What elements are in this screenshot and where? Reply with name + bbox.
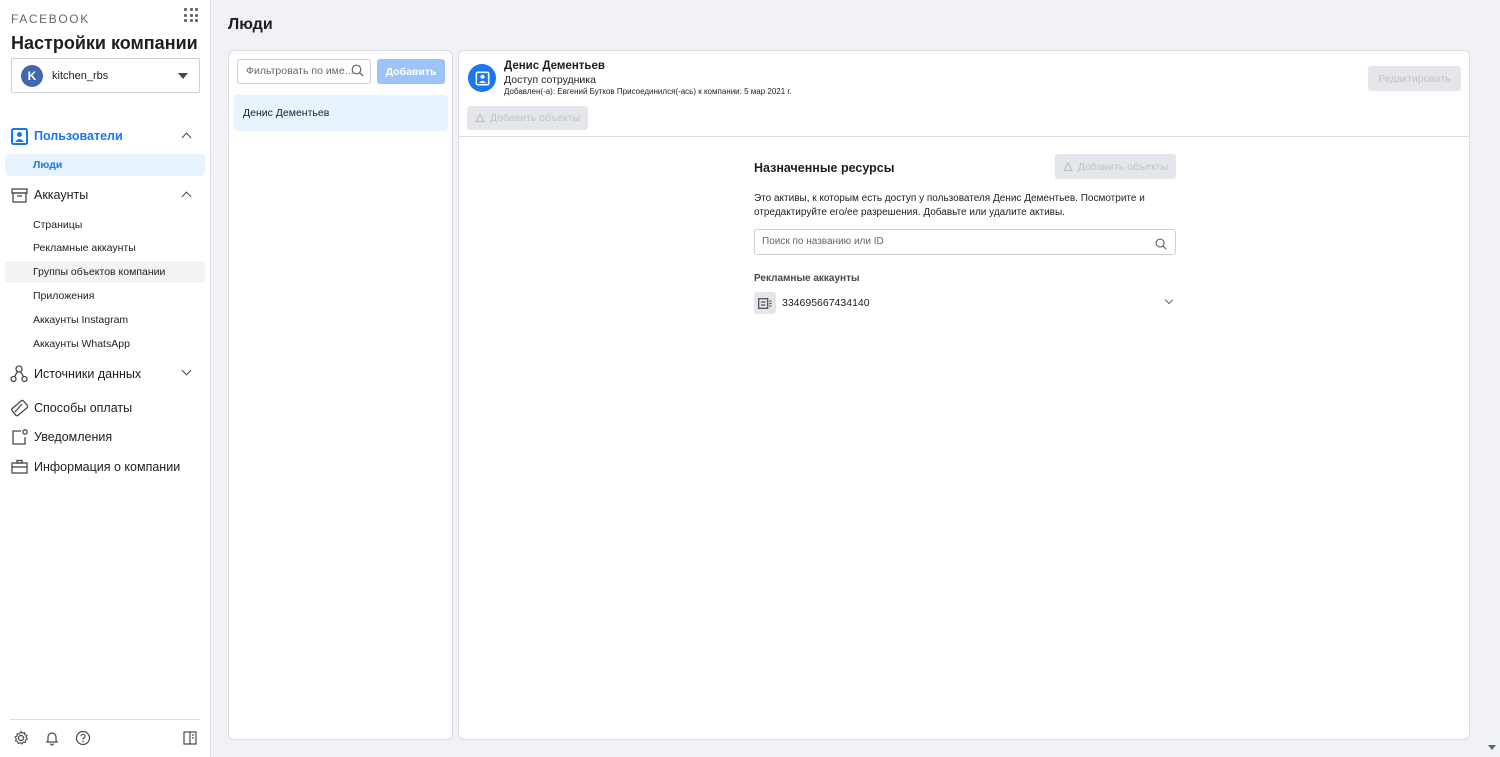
- person-detail-panel: Денис Дементьев Доступ сотрудника Добавл…: [458, 50, 1470, 740]
- nav-payment-methods[interactable]: Способы оплаты: [10, 397, 200, 419]
- nav-item-asset-groups[interactable]: Группы объектов компании: [5, 261, 205, 283]
- credit-card-icon: [10, 399, 28, 417]
- user-avatar: [468, 64, 496, 92]
- nav-payment-label: Способы оплаты: [34, 401, 133, 415]
- assets-description: Это активы, к которым есть доступ у поль…: [754, 193, 1145, 218]
- briefcase-icon: [10, 458, 28, 476]
- assets-add-label: Добавить объекты: [1077, 160, 1169, 173]
- assets-search-input[interactable]: Поиск по названию или ID: [754, 229, 1176, 255]
- nav-notifications[interactable]: Уведомления: [10, 426, 200, 448]
- nav-accounts[interactable]: Аккаунты: [10, 184, 200, 206]
- user-role: Доступ сотрудника: [504, 74, 596, 86]
- add-objects-label: Добавить объекты: [489, 112, 581, 124]
- nav-data-sources-label: Источники данных: [34, 367, 142, 381]
- assets-add-objects-button[interactable]: Добавить объекты: [1055, 154, 1176, 179]
- assets-search-placeholder: Поиск по названию или ID: [762, 236, 884, 247]
- nav-item-whatsapp[interactable]: Аккаунты WhatsApp: [5, 333, 205, 355]
- nav-notifications-label: Уведомления: [34, 430, 113, 444]
- user-badge-icon: [475, 71, 489, 85]
- notifications-icon: [10, 428, 28, 446]
- nav-company-info[interactable]: Информация о компании: [10, 456, 200, 478]
- user-meta: Добавлен(-а): Евгений Бутков Присоединил…: [504, 87, 792, 96]
- nav-item-people[interactable]: Люди: [5, 154, 205, 176]
- user-name: Денис Дементьев: [504, 60, 605, 72]
- page-title: Настройки компании: [11, 33, 198, 53]
- ad-account-icon: [754, 292, 776, 314]
- nav-item-pages[interactable]: Страницы: [5, 214, 205, 236]
- assets-title: Назначенные ресурсы: [754, 161, 895, 175]
- detail-header: Денис Дементьев Доступ сотрудника Добавл…: [459, 51, 1469, 137]
- page-heading: Люди: [228, 16, 273, 33]
- nav-users-label: Пользователи: [34, 129, 123, 143]
- nav-users[interactable]: Пользователи: [10, 125, 200, 147]
- caret-down-icon: [178, 73, 188, 79]
- ad-accounts-label: Рекламные аккаунты: [754, 273, 860, 284]
- facebook-logo[interactable]: FACEBOOK: [11, 12, 90, 26]
- add-person-button[interactable]: Добавить: [377, 59, 445, 84]
- search-icon: [1155, 236, 1167, 260]
- help-icon[interactable]: [75, 730, 91, 746]
- panel-toggle-icon[interactable]: [182, 730, 198, 746]
- scroll-down-arrow-icon[interactable]: [1488, 745, 1496, 750]
- search-icon: [351, 64, 364, 80]
- bell-icon[interactable]: [44, 730, 60, 746]
- data-sources-icon: [10, 365, 28, 383]
- nav-company-info-label: Информация о компании: [34, 460, 181, 474]
- chevron-down-icon: [181, 365, 192, 376]
- nav-data-sources[interactable]: Источники данных: [10, 363, 200, 385]
- apps-grid-icon[interactable]: [184, 8, 198, 22]
- objects-icon: [1062, 161, 1073, 171]
- archive-icon: [10, 186, 28, 204]
- account-selector[interactable]: K kitchen_rbs: [11, 58, 200, 93]
- sidebar: FACEBOOK Настройки компании K kitchen_rb…: [0, 0, 211, 757]
- ad-account-id: 334695667434140: [782, 297, 870, 309]
- nav-item-instagram[interactable]: Аккаунты Instagram: [5, 309, 205, 331]
- list-item[interactable]: Денис Дементьев: [234, 95, 448, 131]
- account-avatar: K: [21, 65, 43, 87]
- objects-icon: [474, 113, 485, 123]
- account-name: kitchen_rbs: [52, 70, 109, 82]
- settings-icon[interactable]: [13, 730, 29, 746]
- nav-item-ad-accounts[interactable]: Рекламные аккаунты: [5, 237, 205, 259]
- chevron-up-icon: [181, 132, 192, 143]
- edit-button[interactable]: Редактировать: [1368, 66, 1461, 91]
- ad-account-row[interactable]: 334695667434140: [754, 292, 1176, 314]
- add-objects-button[interactable]: Добавить объекты: [467, 106, 588, 130]
- sidebar-divider: [10, 719, 200, 720]
- people-list-panel: Фильтровать по име... Добавить Денис Дем…: [228, 50, 453, 740]
- chevron-down-icon[interactable]: [1164, 295, 1174, 305]
- chevron-up-icon: [181, 191, 192, 202]
- nav-item-apps[interactable]: Приложения: [5, 285, 205, 307]
- users-icon: [10, 127, 28, 145]
- nav-accounts-label: Аккаунты: [34, 188, 89, 202]
